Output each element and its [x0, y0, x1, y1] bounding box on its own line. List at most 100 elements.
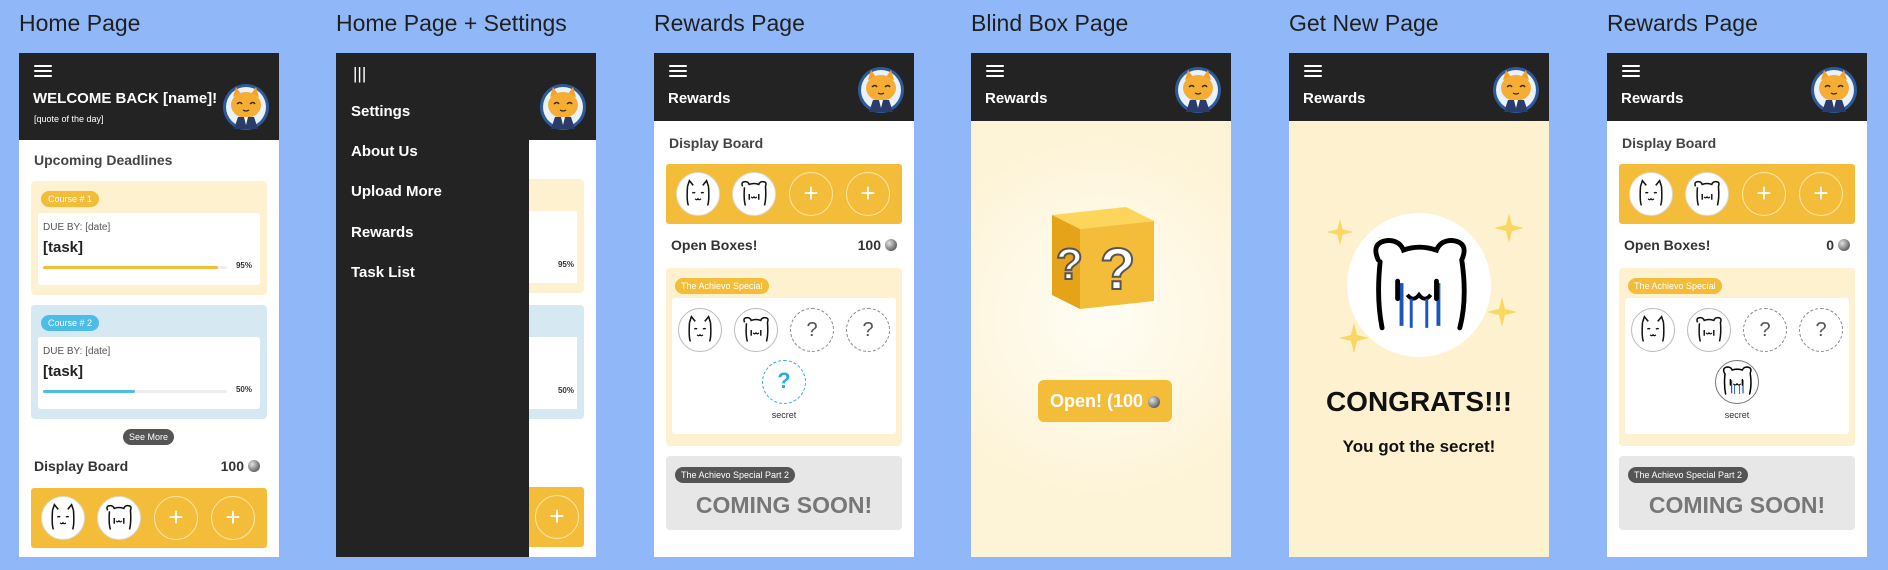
- add-slot-button[interactable]: +: [1799, 172, 1843, 216]
- menu-item-rewards[interactable]: Rewards: [351, 224, 414, 241]
- header-title: Rewards: [1303, 90, 1366, 107]
- cat-avatar[interactable]: [1174, 66, 1222, 114]
- set-tag: The Achievo Special Part 2: [1628, 467, 1749, 483]
- secret-label: secret: [771, 410, 797, 420]
- course-card[interactable]: Course # 2 DUE BY: [date] [task] 50%: [31, 305, 267, 419]
- bear-sticker-icon[interactable]: [1685, 172, 1729, 216]
- see-more-button[interactable]: See More: [123, 429, 175, 445]
- menu-item-upload-more[interactable]: Upload More: [351, 183, 442, 200]
- hamburger-menu-icon[interactable]: [34, 65, 52, 79]
- cat-avatar[interactable]: [1492, 66, 1540, 114]
- progress-bar: [43, 390, 227, 393]
- svg-text:?: ?: [1100, 237, 1135, 302]
- cat-avatar[interactable]: [539, 83, 587, 131]
- display-board-row: Display Board 100: [34, 458, 260, 474]
- course-card[interactable]: Course # 1 DUE BY: [date] [task] 95%: [31, 181, 267, 295]
- cat-avatar[interactable]: [222, 83, 270, 131]
- collection-grid: ? ? ? secret: [672, 298, 896, 434]
- display-board: + +: [1619, 164, 1855, 224]
- sparkle-icon: [1487, 297, 1517, 327]
- bear-sticker-icon: [1687, 308, 1731, 352]
- add-slot-button[interactable]: +: [1742, 172, 1786, 216]
- secret-bear-icon: [1351, 221, 1487, 357]
- open-boxes-row: Open Boxes! 0: [1624, 237, 1850, 253]
- display-board-peek: +: [529, 487, 584, 547]
- congrats-heading: CONGRATS!!!: [1325, 386, 1513, 417]
- menu-item-task-list[interactable]: Task List: [351, 264, 415, 281]
- course-tag: Course # 2: [41, 315, 100, 331]
- page-title-blindbox: Blind Box Page: [971, 10, 1129, 36]
- add-slot-button[interactable]: +: [535, 495, 579, 539]
- course-card-peek: 95%: [529, 179, 584, 293]
- hamburger-menu-icon[interactable]: [1304, 65, 1322, 79]
- cat-sticker-icon[interactable]: [1629, 172, 1673, 216]
- drawer-menu-icon[interactable]: |||: [353, 64, 366, 84]
- page-title-home: Home Page: [19, 10, 141, 36]
- rewards-phone-2: Rewards Display Board + + Open Boxes! 0 …: [1607, 53, 1867, 557]
- secret-bear-icon: [1715, 360, 1759, 404]
- home-header: WELCOME BACK [name]! [quote of the day]: [19, 53, 279, 140]
- blindbox-header: Rewards: [971, 53, 1231, 121]
- header-title: Rewards: [1621, 90, 1684, 107]
- open-boxes-label: Open Boxes!: [1624, 237, 1711, 253]
- hamburger-menu-icon[interactable]: [1622, 65, 1640, 79]
- mystery-box-icon[interactable]: ? ?: [1040, 193, 1164, 317]
- getnew-phone: Rewards CONGRATS!!! You got the secret!: [1289, 53, 1549, 557]
- task-card: DUE BY: [date] [task] 50%: [38, 337, 260, 409]
- due-date: DUE BY: [date]: [43, 346, 111, 357]
- coming-soon-card: The Achievo Special Part 2 COMING SOON!: [666, 456, 902, 530]
- display-board-heading: Display Board: [34, 458, 129, 474]
- add-slot-button[interactable]: +: [154, 496, 198, 540]
- rewards-phone: Rewards Display Board + + Open Boxes! 10…: [654, 53, 914, 557]
- page-title-rewards-2: Rewards Page: [1607, 10, 1758, 36]
- due-date: DUE BY: [date]: [43, 222, 111, 233]
- welcome-text: WELCOME BACK [name]!: [33, 90, 218, 107]
- progress-bar: [43, 266, 227, 269]
- display-board-heading: Display Board: [1622, 135, 1717, 151]
- achievo-special-set[interactable]: The Achievo Special ? ? secret: [1619, 268, 1855, 446]
- task-name: [task]: [43, 239, 84, 256]
- locked-slot-icon: ?: [846, 308, 890, 352]
- settings-phone: 95% 50% + ||| Settings About Us Upload M…: [336, 53, 596, 557]
- coming-soon-text: COMING SOON!: [695, 492, 873, 518]
- task-card: DUE BY: [date] [task] 95%: [38, 213, 260, 285]
- coming-soon-text: COMING SOON!: [1648, 492, 1826, 518]
- svg-text:?: ?: [1056, 240, 1083, 289]
- cat-avatar[interactable]: [857, 66, 905, 114]
- cat-sticker-icon[interactable]: [41, 496, 85, 540]
- open-boxes-label: Open Boxes!: [671, 237, 758, 253]
- cat-sticker-icon[interactable]: [676, 172, 720, 216]
- rewards-header: Rewards: [654, 53, 914, 121]
- locked-slot-icon: ?: [1743, 308, 1787, 352]
- cat-sticker-icon: [1631, 308, 1675, 352]
- cat-avatar[interactable]: [1810, 66, 1858, 114]
- coin-icon: [885, 239, 897, 251]
- coin-icon: [248, 460, 260, 472]
- open-box-button[interactable]: Open! (100: [1038, 380, 1172, 422]
- hamburger-menu-icon[interactable]: [986, 65, 1004, 79]
- cat-sticker-icon: [678, 308, 722, 352]
- progress-percent: 50%: [235, 385, 252, 394]
- add-slot-button[interactable]: +: [789, 172, 833, 216]
- add-slot-button[interactable]: +: [211, 496, 255, 540]
- add-slot-button[interactable]: +: [846, 172, 890, 216]
- coin-icon: [1148, 396, 1161, 408]
- reward-message: You got the secret!: [1342, 437, 1496, 456]
- display-board-heading: Display Board: [669, 135, 764, 151]
- coin-icon: [1838, 239, 1850, 251]
- hamburger-menu-icon[interactable]: [669, 65, 687, 79]
- coin-count: 100: [220, 458, 244, 474]
- page-title-rewards: Rewards Page: [654, 10, 805, 36]
- achievo-special-set[interactable]: The Achievo Special ? ? ? secret: [666, 268, 902, 446]
- sparkle-icon: [1327, 219, 1353, 245]
- bear-sticker-icon[interactable]: [97, 496, 141, 540]
- menu-item-about-us[interactable]: About Us: [351, 143, 418, 160]
- sparkle-icon: [1494, 213, 1524, 243]
- glow-background: [971, 121, 1231, 557]
- home-phone: WELCOME BACK [name]! [quote of the day] …: [19, 53, 279, 557]
- blindbox-phone: Rewards ? ? Open! (100: [971, 53, 1231, 557]
- bear-sticker-icon[interactable]: [732, 172, 776, 216]
- menu-item-settings[interactable]: Settings: [351, 103, 410, 120]
- coming-soon-card: The Achievo Special Part 2 COMING SOON!: [1619, 456, 1855, 530]
- sparkle-icon: [1339, 323, 1369, 353]
